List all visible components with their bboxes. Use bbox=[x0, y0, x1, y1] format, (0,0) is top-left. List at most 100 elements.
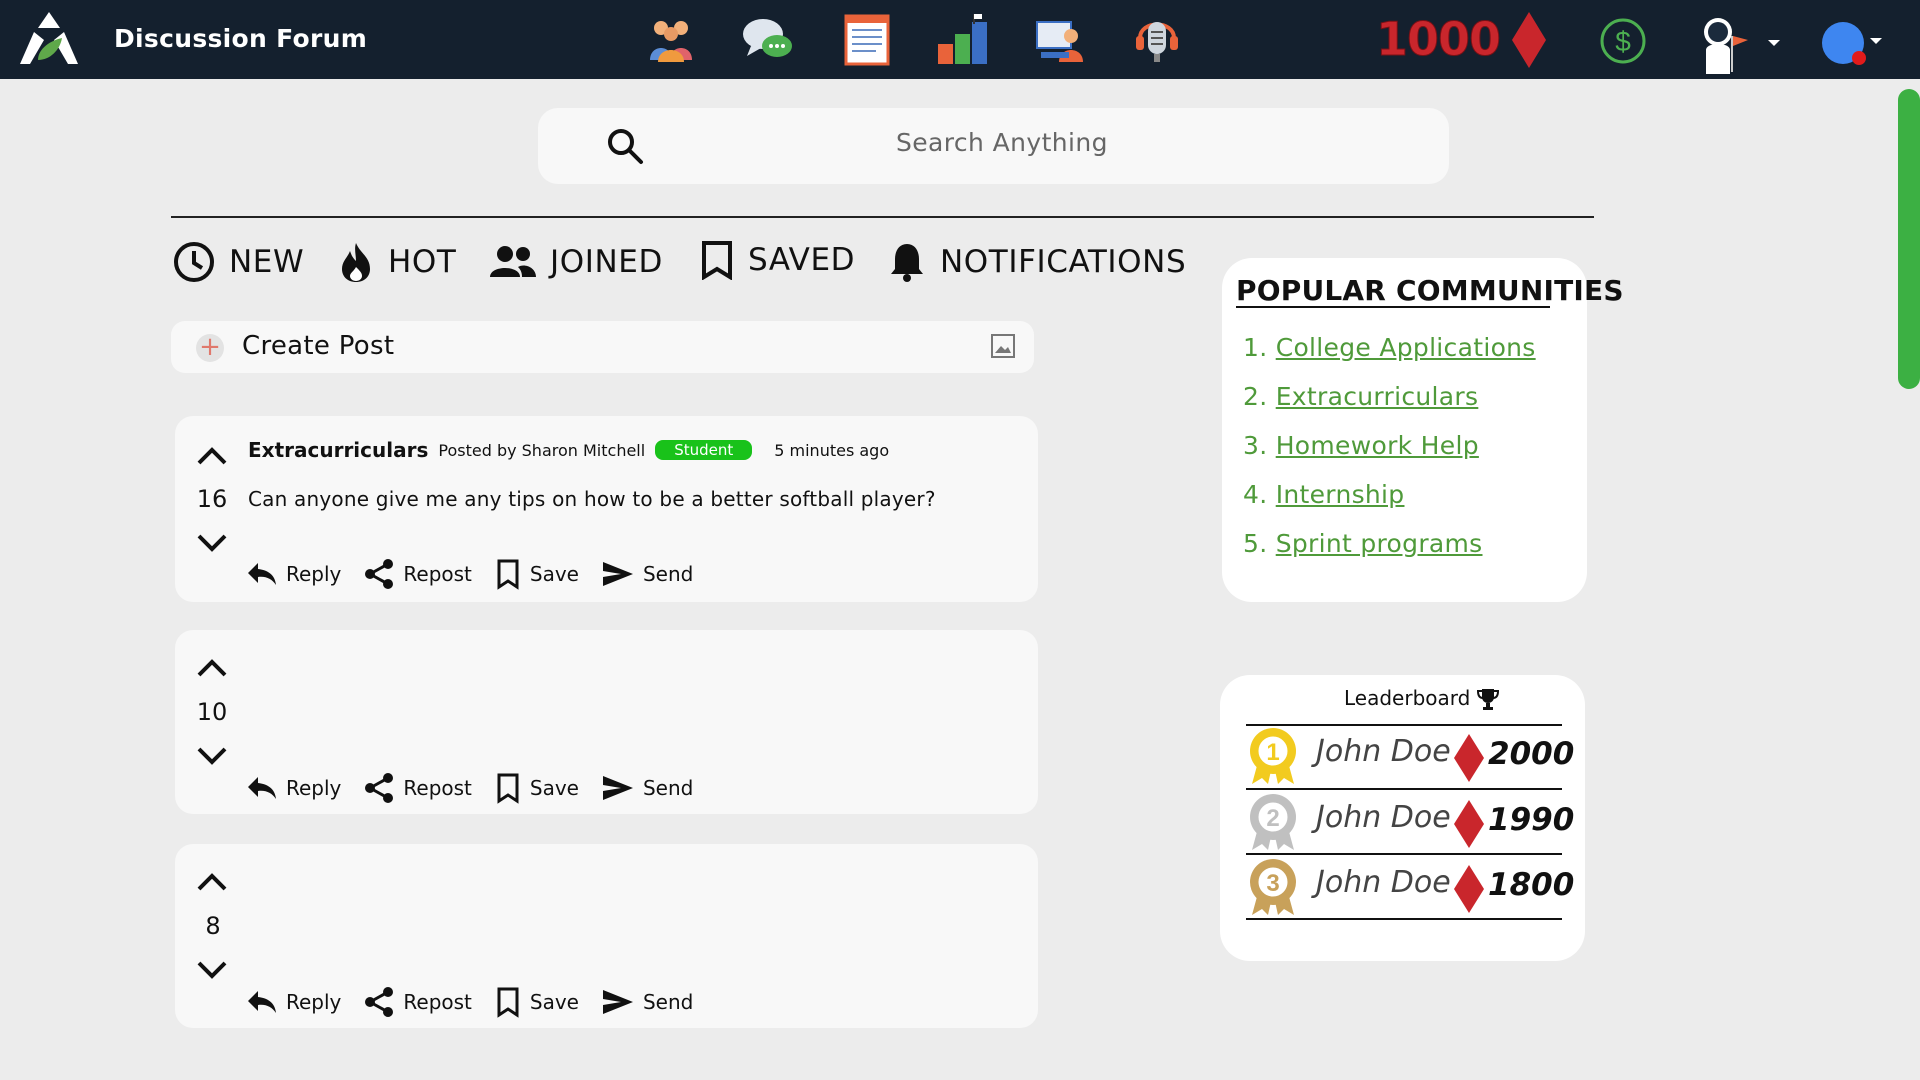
scrollbar-thumb[interactable] bbox=[1898, 89, 1920, 389]
community-link[interactable]: 3. Homework Help bbox=[1243, 431, 1479, 460]
clock-icon bbox=[174, 242, 214, 282]
downvote-icon[interactable] bbox=[196, 532, 228, 554]
reply-label: Reply bbox=[286, 776, 342, 800]
downvote-icon[interactable] bbox=[196, 959, 228, 981]
post-community[interactable]: Extracurriculars bbox=[248, 438, 428, 462]
medal-rank: 2 bbox=[1266, 805, 1279, 832]
upvote-icon[interactable] bbox=[196, 444, 228, 466]
reply-label: Reply bbox=[286, 562, 342, 586]
tab-joined-label: JOINED bbox=[550, 244, 663, 280]
community-link-label[interactable]: Sprint programs bbox=[1276, 529, 1483, 558]
medal-icon: 1 bbox=[1250, 728, 1296, 784]
leaderboard-name: John Doe bbox=[1316, 734, 1451, 769]
bookmark-icon bbox=[497, 559, 519, 590]
leaderboard-name: John Doe bbox=[1316, 800, 1451, 835]
tab-hot[interactable]: HOT bbox=[338, 240, 456, 284]
share-icon bbox=[365, 987, 394, 1017]
profile-dropdown-caret-icon[interactable] bbox=[1768, 40, 1780, 46]
tab-notifications[interactable]: NOTIFICATIONS bbox=[888, 240, 1186, 284]
svg-text:$: $ bbox=[1615, 26, 1631, 57]
community-link[interactable]: 2. Extracurriculars bbox=[1243, 382, 1478, 411]
notes-icon[interactable] bbox=[840, 12, 894, 66]
upvote-icon[interactable] bbox=[196, 656, 228, 678]
save-label: Save bbox=[529, 562, 579, 586]
plus-icon[interactable]: + bbox=[196, 334, 224, 362]
leaderboard-score: 1990 bbox=[1488, 802, 1575, 838]
post-time: 5 minutes ago bbox=[774, 440, 890, 460]
vote-count: 16 bbox=[196, 485, 228, 513]
search-icon[interactable] bbox=[605, 126, 645, 166]
downvote-icon[interactable] bbox=[196, 745, 228, 767]
repost-button[interactable]: Repost bbox=[363, 772, 472, 804]
community-link-label[interactable]: Homework Help bbox=[1276, 431, 1479, 460]
leaderboard-title: Leaderboard bbox=[1344, 686, 1471, 710]
podcast-icon[interactable] bbox=[1130, 12, 1184, 66]
send-button[interactable]: Send bbox=[601, 986, 693, 1018]
tab-new-label: NEW bbox=[229, 244, 305, 280]
medal-icon: 3 bbox=[1250, 859, 1296, 915]
upvote-icon[interactable] bbox=[196, 870, 228, 892]
app-logo-icon[interactable] bbox=[16, 12, 82, 66]
send-button[interactable]: Send bbox=[601, 558, 693, 590]
flame-icon bbox=[342, 243, 370, 282]
tab-hot-label: HOT bbox=[388, 244, 457, 280]
astronaut-avatar-icon[interactable] bbox=[1696, 14, 1772, 76]
community-link[interactable]: 4. Internship bbox=[1243, 480, 1404, 509]
medal-rank: 1 bbox=[1266, 739, 1279, 766]
community-link-label[interactable]: Internship bbox=[1276, 480, 1405, 509]
leaderboard-divider bbox=[1246, 918, 1562, 920]
community-link-label[interactable]: Extracurriculars bbox=[1276, 382, 1479, 411]
reply-icon bbox=[248, 777, 276, 799]
people-icon bbox=[490, 246, 536, 277]
dollar-icon[interactable]: $ bbox=[1600, 18, 1646, 64]
repost-button[interactable]: Repost bbox=[363, 558, 472, 590]
popular-title: POPULAR COMMUNITIES bbox=[1236, 274, 1624, 307]
post-body: Can anyone give me any tips on how to be… bbox=[248, 487, 936, 511]
tab-saved[interactable]: SAVED bbox=[700, 238, 855, 282]
role-badge: Student bbox=[655, 440, 753, 460]
send-icon bbox=[602, 776, 633, 800]
tab-notifications-label: NOTIFICATIONS bbox=[940, 244, 1187, 280]
progress-icon[interactable] bbox=[936, 12, 990, 66]
save-button[interactable]: Save bbox=[494, 772, 579, 804]
save-label: Save bbox=[529, 990, 579, 1014]
community-link[interactable]: 1. College Applications bbox=[1243, 333, 1536, 362]
trophy-icon bbox=[1476, 689, 1500, 710]
post-actions: Reply Repost Save Send bbox=[246, 986, 693, 1018]
diamond-icon bbox=[1512, 12, 1546, 68]
send-icon bbox=[602, 990, 633, 1014]
reply-button[interactable]: Reply bbox=[246, 986, 341, 1018]
image-upload-icon[interactable] bbox=[990, 333, 1016, 359]
save-button[interactable]: Save bbox=[494, 558, 579, 590]
leaderboard-divider bbox=[1246, 788, 1562, 790]
reply-button[interactable]: Reply bbox=[246, 558, 341, 590]
chat-icon[interactable] bbox=[741, 12, 795, 66]
repost-label: Repost bbox=[403, 776, 472, 800]
search-input[interactable]: Search Anything bbox=[896, 128, 1108, 157]
reply-icon bbox=[248, 563, 276, 585]
divider bbox=[171, 216, 1594, 218]
tab-joined[interactable]: JOINED bbox=[490, 240, 663, 284]
account-dropdown-caret-icon[interactable] bbox=[1870, 38, 1882, 44]
reply-button[interactable]: Reply bbox=[246, 772, 341, 804]
community-link-label[interactable]: College Applications bbox=[1276, 333, 1536, 362]
medal-icon: 2 bbox=[1250, 794, 1296, 850]
tab-saved-label: SAVED bbox=[748, 242, 856, 278]
diamond-icon bbox=[1454, 734, 1484, 782]
repost-label: Repost bbox=[403, 562, 472, 586]
vote-count: 10 bbox=[196, 698, 228, 726]
community-icon[interactable] bbox=[644, 12, 698, 66]
create-post-label[interactable]: Create Post bbox=[242, 331, 394, 361]
send-label: Send bbox=[642, 776, 694, 800]
save-label: Save bbox=[529, 776, 579, 800]
save-button[interactable]: Save bbox=[494, 986, 579, 1018]
notification-dot bbox=[1852, 51, 1866, 65]
post-author[interactable]: Posted by Sharon Mitchell bbox=[438, 441, 645, 460]
send-button[interactable]: Send bbox=[601, 772, 693, 804]
tab-new[interactable]: NEW bbox=[173, 240, 304, 284]
share-icon bbox=[365, 773, 394, 803]
leaderboard-name: John Doe bbox=[1316, 865, 1451, 900]
community-link[interactable]: 5. Sprint programs bbox=[1243, 529, 1483, 558]
tutoring-icon[interactable] bbox=[1033, 12, 1087, 66]
repost-button[interactable]: Repost bbox=[363, 986, 472, 1018]
